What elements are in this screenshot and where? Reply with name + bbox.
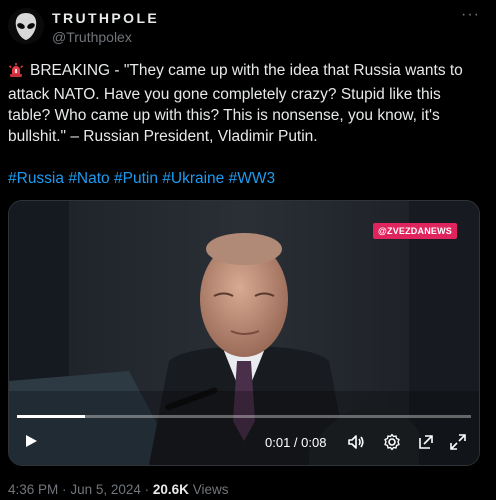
volume-icon[interactable] xyxy=(347,433,365,456)
popout-icon[interactable] xyxy=(417,433,435,456)
more-options-icon[interactable]: ··· xyxy=(461,6,480,24)
video-progress-bar[interactable] xyxy=(17,415,471,418)
hashtag-putin[interactable]: #Putin xyxy=(114,170,158,187)
fullscreen-icon[interactable] xyxy=(449,433,467,456)
avatar[interactable] xyxy=(8,8,44,44)
hashtag-list: #Russia #Nato #Putin #Ukraine #WW3 xyxy=(8,168,275,189)
account-handle[interactable]: @Truthpolex xyxy=(52,29,132,45)
hashtag-ww3[interactable]: #WW3 xyxy=(229,170,276,187)
video-progress-fill xyxy=(17,415,86,418)
hashtag-nato[interactable]: #Nato xyxy=(68,170,109,187)
tweet-meta: 4:36 PM · Jun 5, 2024 · 20.6K Views xyxy=(8,482,228,497)
meta-separator: · xyxy=(62,482,67,497)
hashtag-russia[interactable]: #Russia xyxy=(8,170,64,187)
play-icon[interactable] xyxy=(23,433,39,454)
alien-head-icon xyxy=(8,8,44,44)
hashtag-ukraine[interactable]: #Ukraine xyxy=(162,170,224,187)
views-count: 20.6K xyxy=(152,482,189,497)
channel-badge: @ZVEZDANEWS xyxy=(373,223,457,239)
tweet-body: BREAKING - "They came up with the idea t… xyxy=(8,62,468,145)
meta-separator-2: · xyxy=(144,482,150,497)
account-name[interactable]: TRUTHPOLE xyxy=(52,10,159,26)
video-time: 0:01 / 0:08 xyxy=(265,435,327,450)
tweet-time[interactable]: 4:36 PM xyxy=(8,482,58,497)
tweet-date[interactable]: Jun 5, 2024 xyxy=(70,482,141,497)
views-label: Views xyxy=(192,482,229,497)
video-player[interactable]: @ZVEZDANEWS 0:01 / 0:08 xyxy=(8,200,480,466)
tweet-text: BREAKING - "They came up with the idea t… xyxy=(8,60,484,147)
settings-icon[interactable] xyxy=(383,433,401,456)
video-controls: 0:01 / 0:08 xyxy=(9,423,479,463)
siren-icon xyxy=(8,62,24,84)
